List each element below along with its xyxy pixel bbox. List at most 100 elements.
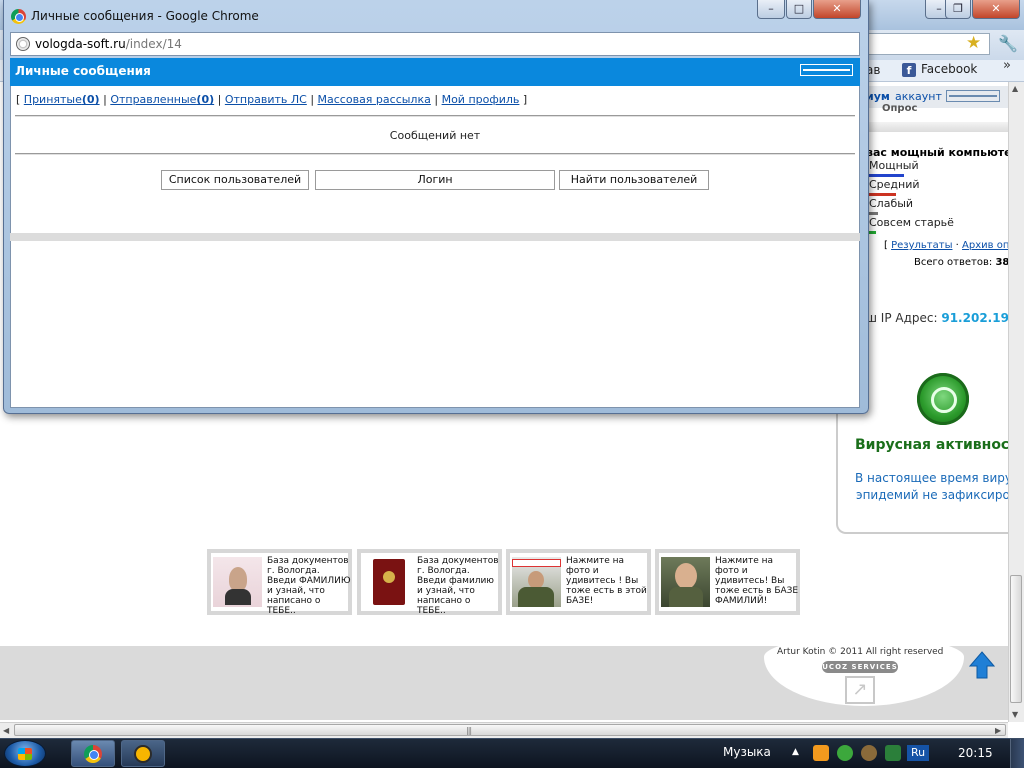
poll-bar [868,174,904,177]
pm-footer-strip [10,233,860,241]
popup-url-host: vologda-soft.ru [35,37,126,51]
show-desktop-button[interactable] [1010,739,1024,768]
scroll-down-arrow-icon[interactable]: ▼ [1012,710,1018,719]
nav-separator: | [434,93,439,106]
premium-slider-icon[interactable] [946,90,1000,102]
bg-close-button[interactable]: ✕ [972,0,1020,19]
poll-header: Опрос [882,103,918,114]
bg-restore-button[interactable]: ❐ [945,0,971,19]
poll-bar [868,212,878,215]
tray-expand-icon[interactable]: ▲ [792,747,799,757]
ip-address: ш IP Адрес: 91.202.198. [866,311,1022,325]
bookmark-star-icon[interactable]: ★ [966,33,981,53]
poll-option[interactable]: Совсем старьё [869,216,954,229]
empty-messages-text: Сообщений нет [389,129,481,142]
poll-total-label: Всего ответов: [914,257,993,268]
nav-received-link[interactable]: Принятые(0) [24,93,100,106]
nav-bracket: ] [522,93,528,106]
media-player-icon[interactable] [813,745,829,761]
nav-bracket: [ [16,93,21,106]
scroll-up-arrow-icon[interactable]: ▲ [1012,84,1018,93]
bookmarks-overflow-icon[interactable]: » [1003,58,1011,73]
user-list-button[interactable]: Список пользователей [161,170,309,190]
nav-mass-mailing-link[interactable]: Массовая рассылка [318,93,431,106]
scroll-grip-icon: ||| [466,726,472,735]
poll-option[interactable]: Средний [869,178,920,191]
popup-minimize-button[interactable]: – [757,0,785,19]
page-title: Личные сообщения [15,64,151,78]
security-icon[interactable] [837,745,853,761]
scroll-right-arrow-icon[interactable]: ▶ [995,726,1001,735]
nav-separator: | [103,93,107,106]
divider [15,115,855,117]
vertical-scroll-thumb[interactable] [1010,575,1022,703]
ad-tile[interactable]: Нажмите на фото и удивитесь ! Вы тоже ес… [506,549,651,615]
clock[interactable]: 20:15 [958,746,993,760]
facebook-icon[interactable]: f [902,63,916,77]
ad-text[interactable]: Нажмите на фото и удивитесь ! Вы тоже ес… [566,556,650,606]
antivirus-status-icon [917,373,969,425]
woman-photo-thumbnail[interactable] [661,557,710,607]
app-icon [134,745,152,763]
virus-activity-title: Вирусная активнос [855,437,1010,453]
passport-photo-thumbnail[interactable] [213,557,262,607]
poll-links-dot: · [955,240,959,251]
poll-question: вас мощный компьютер [866,146,1020,159]
chrome-icon [11,9,26,24]
premium-label[interactable]: аккаунт [895,90,942,103]
poll-total: Всего ответов: 38 [914,257,1009,268]
nav-received-count: (0) [81,93,100,106]
external-link-icon[interactable]: ↗ [845,676,875,704]
nav-my-profile-link[interactable]: Мой профиль [442,93,520,106]
ip-address-label: ш IP Адрес: [866,311,938,325]
pm-navigation: [ Принятые(0) | Отправленные(0) | Отправ… [16,93,527,106]
globe-icon [16,37,30,51]
poll-option[interactable]: Слабый [869,197,913,210]
scroll-to-top-icon[interactable] [969,650,995,680]
volume-icon[interactable] [885,745,901,761]
officer-photo-thumbnail[interactable] [512,557,561,607]
premium-label-bold[interactable]: иум [866,90,890,103]
virus-activity-text: В настоящее время вирус [855,471,1019,485]
find-users-button[interactable]: Найти пользователей [559,170,709,190]
tray-music-label[interactable]: Музыка [723,745,771,759]
ad-text[interactable]: Нажмите на фото и удивитесь! Вы тоже ест… [715,556,799,606]
poll-links-bracket: [ [884,240,888,251]
ad-text[interactable]: База документов г. Вологда. Введи ФАМИЛИ… [267,556,351,616]
bookmark-facebook[interactable]: Facebook [921,62,977,76]
nav-sent-label: Отправленные [110,93,197,106]
poll-option[interactable]: Мощный [869,159,919,172]
popup-close-button[interactable]: ✕ [813,0,861,19]
login-button[interactable]: Логин [315,170,555,190]
start-button[interactable] [4,740,46,767]
ucoz-services-badge[interactable]: UCOZ SERVICES [822,661,898,673]
poll-bar [868,193,896,196]
nav-separator: | [217,93,222,106]
header-slider-icon[interactable] [800,64,853,76]
popup-url-path: /index/14 [125,37,182,51]
wrench-icon[interactable]: 🔧 [998,34,1018,53]
popup-maximize-button[interactable]: □ [786,0,812,19]
nav-sent-link[interactable]: Отправленные(0) [110,93,214,106]
nav-separator: | [310,93,315,106]
popup-url[interactable]: vologda-soft.ru/index/14 [35,37,182,51]
ad-tile[interactable]: Нажмите на фото и удивитесь! Вы тоже ест… [655,549,800,615]
ad-tile[interactable]: База документов г. Вологда. Введи фамили… [357,549,502,616]
poll-bar [868,231,876,234]
poll-results-link[interactable]: Результаты [891,240,952,251]
ad-text[interactable]: База документов г. Вологда. Введи фамили… [417,556,501,616]
divider [15,153,855,155]
scroll-left-arrow-icon[interactable]: ◀ [3,726,9,735]
nav-send-pm-link[interactable]: Отправить ЛС [225,93,307,106]
language-indicator[interactable]: Ru [907,745,929,761]
popup-window-title: Личные сообщения - Google Chrome [31,9,259,23]
horizontal-scroll-thumb[interactable] [14,724,1006,736]
nav-received-label: Принятые [23,93,82,106]
nav-sent-count: (0) [196,93,215,106]
copyright-text: Artur Kotin © 2011 All right reserved [777,647,944,657]
chrome-icon [84,745,102,763]
passport-cover-thumbnail[interactable] [363,557,412,607]
ad-tile[interactable]: База документов г. Вологда. Введи ФАМИЛИ… [207,549,352,616]
network-icon[interactable] [861,745,877,761]
virus-activity-text: эпидемий не зафиксиров [856,488,1017,502]
